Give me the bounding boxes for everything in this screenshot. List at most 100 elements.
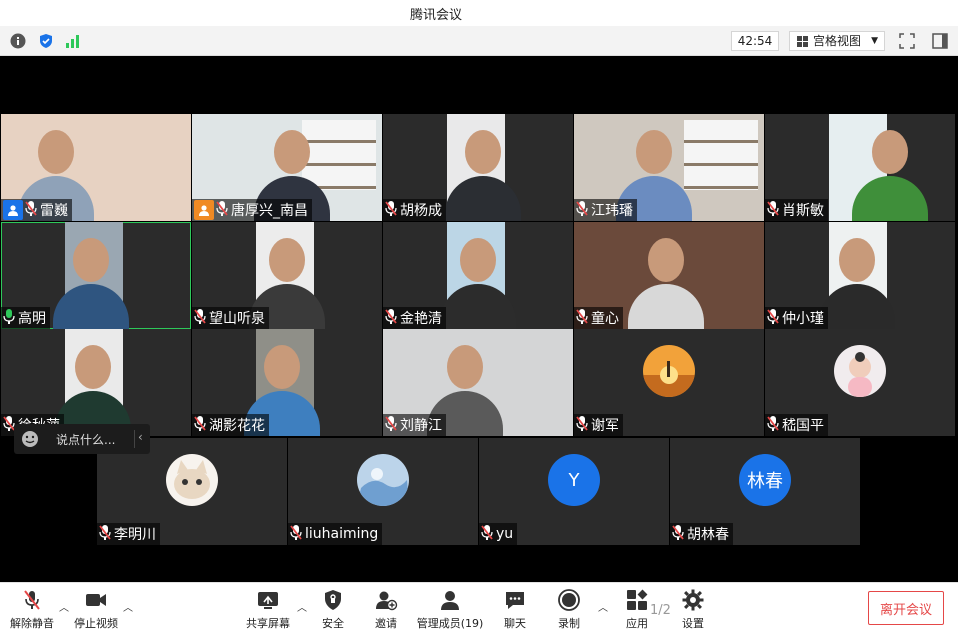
participant-name: yu [496,526,514,542]
participant-tile[interactable]: 仲小瑾 [765,222,955,329]
participant-tile[interactable]: 高明 [1,222,191,329]
mic-muted-icon [194,308,209,328]
participant-nameplate: 高明 [1,307,50,329]
window-title: 腾讯会议 [410,8,463,23]
apps-button[interactable]: 应用 [620,583,654,630]
participant-tile[interactable]: 唐厚兴_南昌 [192,114,382,221]
participant-name: 江玮璠 [591,203,633,219]
participant-tile[interactable]: 肖斯敏 [765,114,955,221]
mic-muted-icon [385,308,400,328]
participant-name: 高明 [18,311,46,327]
participant-nameplate: 仲小瑾 [765,307,828,329]
participant-name: 望山听泉 [209,311,265,327]
participant-tile[interactable]: 湖影花花 [192,329,382,436]
view-mode-dropdown[interactable]: 宫格视图 ▼ [789,31,885,51]
person-figure [38,130,74,174]
info-icon[interactable] [9,32,27,50]
chevron-up-icon[interactable]: ︿ [123,599,133,614]
chevron-up-icon[interactable]: ︿ [297,599,307,614]
camera-icon [86,594,106,606]
participant-name: 嵇国平 [782,418,824,434]
participant-tile[interactable]: 嵇国平 [765,329,955,436]
participant-tile[interactable]: 望山听泉 [192,222,382,329]
chevron-up-icon[interactable]: ︿ [59,599,69,614]
participant-name: 李明川 [114,527,156,543]
participant-name: 肖斯敏 [782,203,824,219]
participant-tile[interactable]: 金艳清 [383,222,573,329]
mic-icon [3,308,18,328]
avatar: Y [548,454,600,506]
manage-members-label: 管理成员(19) [416,617,484,630]
mic-muted-icon [672,524,687,544]
mic-muted-icon [24,590,40,610]
apps-icon [627,589,648,610]
person-figure [460,238,496,282]
unmute-label: 解除静音 [10,617,54,630]
fullscreen-icon[interactable] [899,33,915,49]
mic-muted-icon [767,308,782,328]
person-figure [269,238,305,282]
participant-name: 金艳清 [400,311,442,327]
settings-label: 设置 [682,617,704,630]
participant-tile[interactable]: 徐秋萍 [1,329,191,436]
participant-nameplate: 童心 [574,307,623,329]
participant-tile[interactable]: 雷巍 [1,114,191,221]
mic-muted-icon [216,200,231,220]
person-figure [75,345,111,389]
leave-meeting-button[interactable]: 离开会议 [868,591,944,625]
participant-tile[interactable]: 童心 [574,222,764,329]
chevron-up-icon[interactable]: ︿ [598,599,608,614]
avatar: 林春 [739,454,791,506]
participant-tile[interactable]: Yyu [479,438,669,545]
bottom-toolbar: 解除静音 ︿ 停止视频 ︿ 共享屏幕 ︿ 安全 邀请 管理成员(19) 聊天 录… [0,582,958,630]
meeting-timer: 42:54 [731,31,779,51]
participant-tile[interactable]: 谢军 [574,329,764,436]
host-icon [3,200,23,220]
participant-nameplate: 肖斯敏 [765,199,828,221]
person-figure [839,238,875,282]
avatar [643,345,695,397]
signal-icon[interactable] [64,32,82,50]
participant-nameplate: 嵇国平 [765,414,828,436]
record-label: 录制 [558,617,580,630]
chat-placeholder[interactable]: 说点什么... [56,431,115,448]
participant-tile[interactable]: 胡杨成 [383,114,573,221]
mic-muted-icon [290,524,305,544]
person-figure [872,130,908,174]
security-button[interactable]: 安全 [316,583,350,630]
gear-icon [682,589,704,611]
participant-tile[interactable]: liuhaiming [288,438,478,545]
mic-muted-icon [767,415,782,435]
participant-tile[interactable]: 李明川 [97,438,287,545]
participant-nameplate: 雷巍 [1,199,72,221]
participant-name: 胡林春 [687,527,729,543]
unmute-button[interactable]: 解除静音 [8,583,56,630]
emoji-icon[interactable] [21,430,39,448]
members-icon [441,591,459,610]
invite-button[interactable]: 邀请 [369,583,403,630]
record-button[interactable]: 录制 [552,583,586,630]
participant-nameplate: 江玮璠 [574,199,637,221]
share-screen-button[interactable]: 共享屏幕 [244,583,292,630]
host-icon [194,200,214,220]
participant-name: 湖影花花 [209,418,265,434]
manage-members-button[interactable]: 管理成员(19) [416,583,484,630]
participant-nameplate: 金艳清 [383,307,446,329]
chat-button[interactable]: 聊天 [498,583,532,630]
shield-icon[interactable] [37,32,55,50]
participant-nameplate: 李明川 [97,523,160,545]
participant-tile[interactable]: 林春胡林春 [670,438,860,545]
settings-button[interactable]: 设置 [676,583,710,630]
chevron-left-icon[interactable]: ‹ [138,430,143,444]
person-figure [264,345,300,389]
security-label: 安全 [322,617,344,630]
mic-muted-icon [481,524,496,544]
participant-name: 谢军 [591,418,619,434]
mic-muted-icon [385,200,400,220]
participant-tile[interactable]: 刘静江 [383,329,573,436]
participant-tile[interactable]: 江玮璠 [574,114,764,221]
chat-input-bar[interactable]: 说点什么... ‹ [14,424,150,454]
sidebar-icon[interactable] [932,33,948,49]
participant-name: 仲小瑾 [782,311,824,327]
stop-video-button[interactable]: 停止视频 [72,583,120,630]
